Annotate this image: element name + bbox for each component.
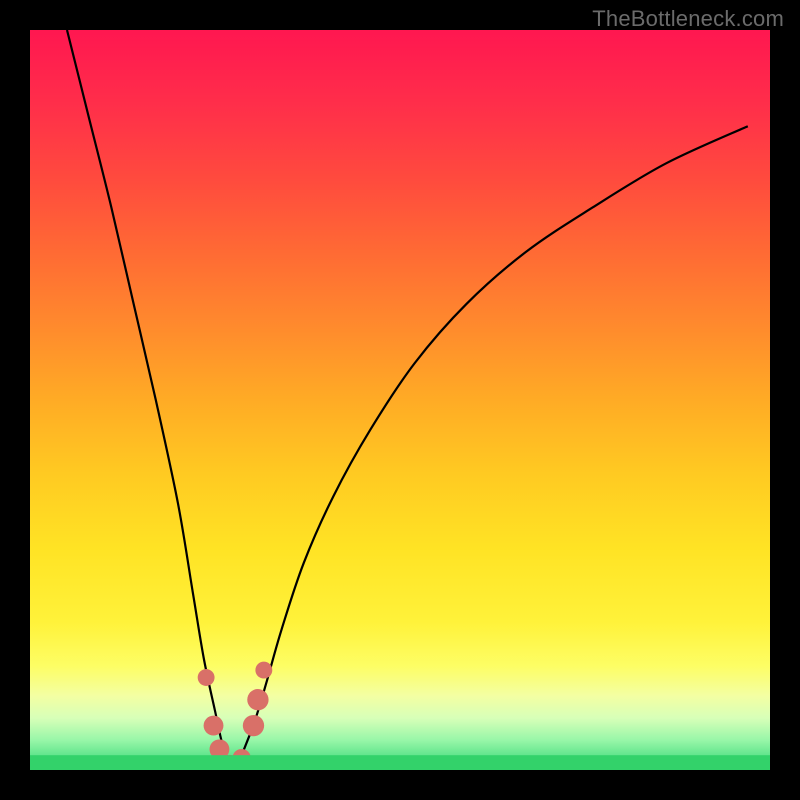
curve-marker xyxy=(247,689,268,710)
chart-frame: TheBottleneck.com xyxy=(0,0,800,800)
curve-marker xyxy=(204,716,224,736)
watermark-text: TheBottleneck.com xyxy=(592,6,784,32)
bottleneck-curve xyxy=(30,30,770,770)
plot-area xyxy=(30,30,770,770)
curve-marker xyxy=(243,715,264,736)
curve-marker xyxy=(198,669,215,686)
curve-marker xyxy=(255,662,272,679)
